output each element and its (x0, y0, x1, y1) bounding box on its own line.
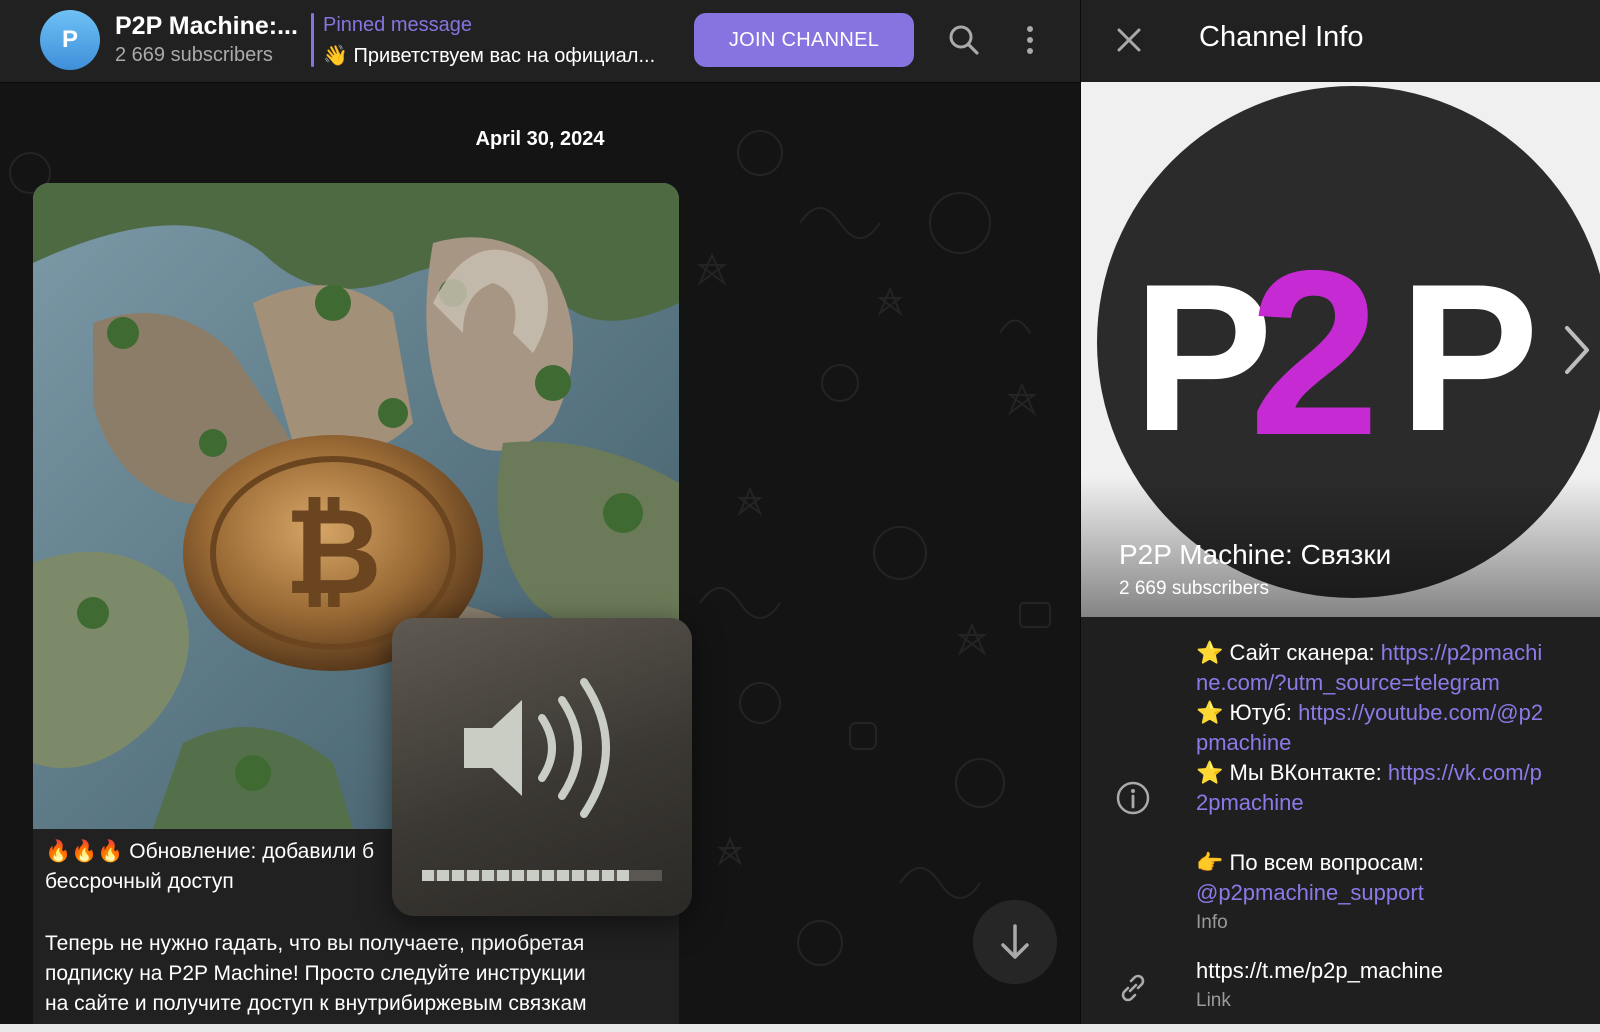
channel-link[interactable]: https://t.me/p2p_machine (1196, 956, 1591, 986)
support-link[interactable]: @p2pmachine_support (1196, 880, 1424, 905)
post-body-line: Теперь не нужно гадать, что вы получаете… (45, 932, 585, 955)
link-icon (1121, 974, 1145, 1002)
chat-column: P P2P Machine:... 2 669 subscribers Pinn… (0, 0, 1080, 1024)
cover-subscriber-count: 2 669 subscribers (1119, 578, 1269, 599)
link-caption: Link (1196, 990, 1231, 1011)
description-label: ⭐ Сайт сканера: (1196, 640, 1381, 665)
volume-segment (467, 870, 479, 881)
volume-hud (392, 618, 692, 916)
more-vertical-icon[interactable] (1010, 20, 1050, 60)
volume-segment (602, 870, 614, 881)
channel-cover[interactable]: P P 2 P2P Machine: Связки 2 669 subscrib… (1081, 82, 1600, 617)
channel-title[interactable]: P2P Machine:... (115, 12, 298, 41)
subscriber-count: 2 669 subscribers (115, 44, 273, 66)
window-bottom-edge (0, 1024, 1600, 1032)
volume-segment (617, 870, 629, 881)
youtube-link-cont[interactable]: pmachine (1196, 730, 1291, 755)
svg-text:₿: ₿ (284, 485, 382, 619)
scanner-site-link-cont[interactable]: ne.com/?utm_source=telegram (1196, 670, 1500, 695)
chevron-right-icon[interactable] (1559, 320, 1595, 380)
volume-segment (452, 870, 464, 881)
volume-segment (527, 870, 539, 881)
date-separator: April 30, 2024 (475, 128, 605, 150)
volume-segment (512, 870, 524, 881)
description-label: ⭐ Мы ВКонтакте: (1196, 760, 1388, 785)
post-body-line: подписку на P2P Machine! Просто следуйте… (45, 962, 586, 985)
avatar-letter: P (61, 26, 78, 53)
close-icon[interactable] (1109, 20, 1149, 60)
chat-header[interactable]: P P2P Machine:... 2 669 subscribers Pinn… (0, 0, 1080, 83)
info-header: Channel Info (1081, 0, 1600, 80)
search-icon[interactable] (944, 20, 984, 60)
volume-segment (422, 870, 434, 881)
chat-background: April 30, 2024 ₿ 🔥🔥🔥 Обновление: добавил… (0, 83, 1080, 1024)
description-line: pmachine (1196, 728, 1591, 758)
description-line: @p2pmachine_support (1196, 878, 1591, 908)
channel-avatar[interactable]: P (40, 10, 100, 70)
pinned-bar (311, 13, 314, 67)
channel-info-panel: Channel Info P P 2 P2P Machine: Связки 2… (1080, 0, 1600, 1024)
description-line: ⭐ Мы ВКонтакте: https://vk.com/p (1196, 758, 1591, 788)
description-line: ne.com/?utm_source=telegram (1196, 668, 1591, 698)
volume-level-bar (422, 870, 662, 881)
scanner-site-link[interactable]: https://p2pmachi (1381, 640, 1542, 665)
join-channel-button[interactable]: JOIN CHANNEL (694, 13, 914, 67)
post-body: Теперь не нужно гадать, что вы получаете… (45, 929, 665, 1019)
vk-link-cont[interactable]: 2pmachine (1196, 790, 1304, 815)
post-body-line: на сайте и получите доступ к внутрибирже… (45, 992, 587, 1015)
volume-segment (587, 870, 599, 881)
volume-segment (557, 870, 569, 881)
logo-digit-2: 2 (1249, 221, 1380, 484)
vk-link[interactable]: https://vk.com/p (1388, 760, 1542, 785)
logo-letter-p: P (1399, 240, 1539, 475)
youtube-link[interactable]: https://youtube.com/@p2 (1298, 700, 1543, 725)
volume-segment (542, 870, 554, 881)
volume-segment (437, 870, 449, 881)
info-caption: Info (1196, 912, 1228, 933)
volume-segment (482, 870, 494, 881)
info-icon (1116, 781, 1150, 815)
description-line: 👉 По всем вопросам: (1196, 850, 1425, 875)
description-line: ⭐ Сайт сканера: https://p2pmachi (1196, 638, 1591, 668)
pinned-label: Pinned message (323, 14, 472, 36)
description-line: 2pmachine (1196, 788, 1591, 818)
volume-segment (497, 870, 509, 881)
cover-channel-name: P2P Machine: Связки (1119, 539, 1392, 570)
description-label: ⭐ Ютуб: (1196, 700, 1299, 725)
info-title: Channel Info (1199, 21, 1364, 53)
arrow-down-icon[interactable] (973, 900, 1057, 984)
volume-segment (572, 870, 584, 881)
description-line: ⭐ Ютуб: https://youtube.com/@p2 (1196, 698, 1591, 728)
telegram-window: P P2P Machine:... 2 669 subscribers Pinn… (0, 0, 1600, 1032)
info-details: ⭐ Сайт сканера: https://p2pmachi ne.com/… (1081, 618, 1600, 1024)
pinned-text: 👋 Приветствуем вас на официал... (323, 45, 656, 67)
